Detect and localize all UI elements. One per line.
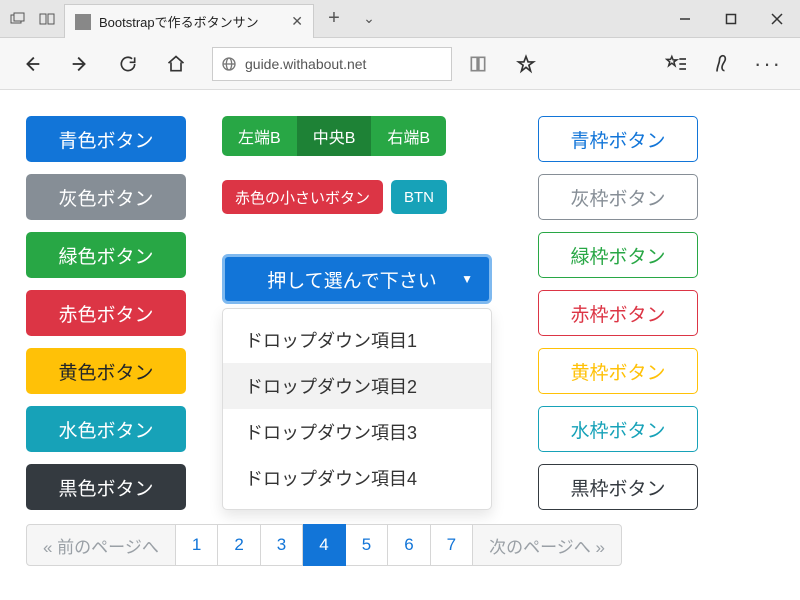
maximize-button[interactable]	[708, 0, 754, 37]
browser-toolbar: guide.withabout.net ···	[0, 38, 800, 90]
pagination-page-2[interactable]: 2	[218, 524, 260, 566]
browser-titlebar: Bootstrapで作るボタンサン ✕ + ⌄	[0, 0, 800, 38]
dropdown-item-2[interactable]: ドロップダウン項目3	[223, 409, 491, 455]
tab-favicon-icon	[75, 14, 91, 30]
notes-button[interactable]	[700, 44, 744, 84]
reading-view-button[interactable]	[456, 44, 500, 84]
pagination-page-3[interactable]: 3	[261, 524, 303, 566]
solid-button-2[interactable]: 緑色ボタン	[26, 232, 186, 278]
solid-button-4[interactable]: 黄色ボタン	[26, 348, 186, 394]
outline-button-1[interactable]: 灰枠ボタン	[538, 174, 698, 220]
outline-button-4[interactable]: 黄枠ボタン	[538, 348, 698, 394]
pagination-page-7[interactable]: 7	[431, 524, 473, 566]
close-window-button[interactable]	[754, 0, 800, 37]
dropdown-item-3[interactable]: ドロップダウン項目4	[223, 455, 491, 501]
dropdown-menu: ドロップダウン項目1ドロップダウン項目2ドロップダウン項目3ドロップダウン項目4	[222, 308, 492, 510]
pagination: « 前のページへ1234567次のページへ »	[26, 524, 774, 566]
dropdown-item-1[interactable]: ドロップダウン項目2	[223, 363, 491, 409]
outline-button-3[interactable]: 赤枠ボタン	[538, 290, 698, 336]
dropdown-item-0[interactable]: ドロップダウン項目1	[223, 317, 491, 363]
group-left-button[interactable]: 左端B	[222, 116, 297, 156]
solid-button-0[interactable]: 青色ボタン	[26, 116, 186, 162]
button-group: 左端B 中央B 右端B	[222, 116, 502, 156]
page-content: 青色ボタン灰色ボタン緑色ボタン赤色ボタン黄色ボタン水色ボタン黒色ボタン 左端B …	[0, 90, 800, 576]
home-button[interactable]	[154, 44, 198, 84]
solid-button-column: 青色ボタン灰色ボタン緑色ボタン赤色ボタン黄色ボタン水色ボタン黒色ボタン	[26, 116, 186, 510]
titlebar-left-icons	[0, 0, 64, 37]
tab-close-icon[interactable]: ✕	[291, 13, 303, 30]
new-tab-button[interactable]: +	[314, 0, 354, 37]
browser-tab[interactable]: Bootstrapで作るボタンサン ✕	[64, 4, 314, 38]
forward-button[interactable]	[58, 44, 102, 84]
outline-button-5[interactable]: 水枠ボタン	[538, 406, 698, 452]
solid-button-3[interactable]: 赤色ボタン	[26, 290, 186, 336]
pagination-page-6[interactable]: 6	[388, 524, 430, 566]
outline-button-column: 青枠ボタン灰枠ボタン緑枠ボタン赤枠ボタン黄枠ボタン水枠ボタン黒枠ボタン	[538, 116, 698, 510]
more-menu-button[interactable]: ···	[746, 44, 790, 84]
small-red-button[interactable]: 赤色の小さいボタン	[222, 180, 383, 214]
favorite-star-button[interactable]	[504, 44, 548, 84]
dropdown: 押して選んで下さい ▼ ドロップダウン項目1ドロップダウン項目2ドロップダウン項…	[222, 254, 502, 510]
pagination-page-5[interactable]: 5	[346, 524, 388, 566]
minimize-button[interactable]	[662, 0, 708, 37]
globe-icon	[221, 56, 237, 72]
dropdown-toggle-label: 押して選んで下さい	[267, 266, 436, 293]
address-bar[interactable]: guide.withabout.net	[212, 47, 452, 81]
outline-button-0[interactable]: 青枠ボタン	[538, 116, 698, 162]
tab-title: Bootstrapで作るボタンサン	[99, 12, 283, 31]
solid-button-1[interactable]: 灰色ボタン	[26, 174, 186, 220]
pagination-prev: « 前のページへ	[26, 524, 176, 566]
address-text: guide.withabout.net	[245, 56, 366, 72]
favorites-list-button[interactable]	[654, 44, 698, 84]
solid-button-6[interactable]: 黒色ボタン	[26, 464, 186, 510]
pagination-page-4[interactable]: 4	[303, 524, 345, 566]
window-split-icon[interactable]	[36, 8, 58, 30]
caret-down-icon: ▼	[461, 272, 473, 286]
small-teal-button[interactable]: BTN	[391, 180, 447, 214]
window-controls	[662, 0, 800, 37]
group-center-button[interactable]: 中央B	[297, 116, 372, 156]
back-button[interactable]	[10, 44, 54, 84]
solid-button-5[interactable]: 水色ボタン	[26, 406, 186, 452]
window-cascade-icon[interactable]	[6, 8, 28, 30]
outline-button-6[interactable]: 黒枠ボタン	[538, 464, 698, 510]
group-right-button[interactable]: 右端B	[371, 116, 446, 156]
middle-column: 左端B 中央B 右端B 赤色の小さいボタン BTN 押して選んで下さい ▼ ドロ…	[222, 116, 502, 510]
pagination-page-1[interactable]: 1	[176, 524, 218, 566]
refresh-button[interactable]	[106, 44, 150, 84]
tab-list-chevron-icon[interactable]: ⌄	[354, 0, 384, 37]
dropdown-toggle[interactable]: 押して選んで下さい ▼	[222, 254, 492, 304]
pagination-next: 次のページへ »	[473, 524, 622, 566]
outline-button-2[interactable]: 緑枠ボタン	[538, 232, 698, 278]
